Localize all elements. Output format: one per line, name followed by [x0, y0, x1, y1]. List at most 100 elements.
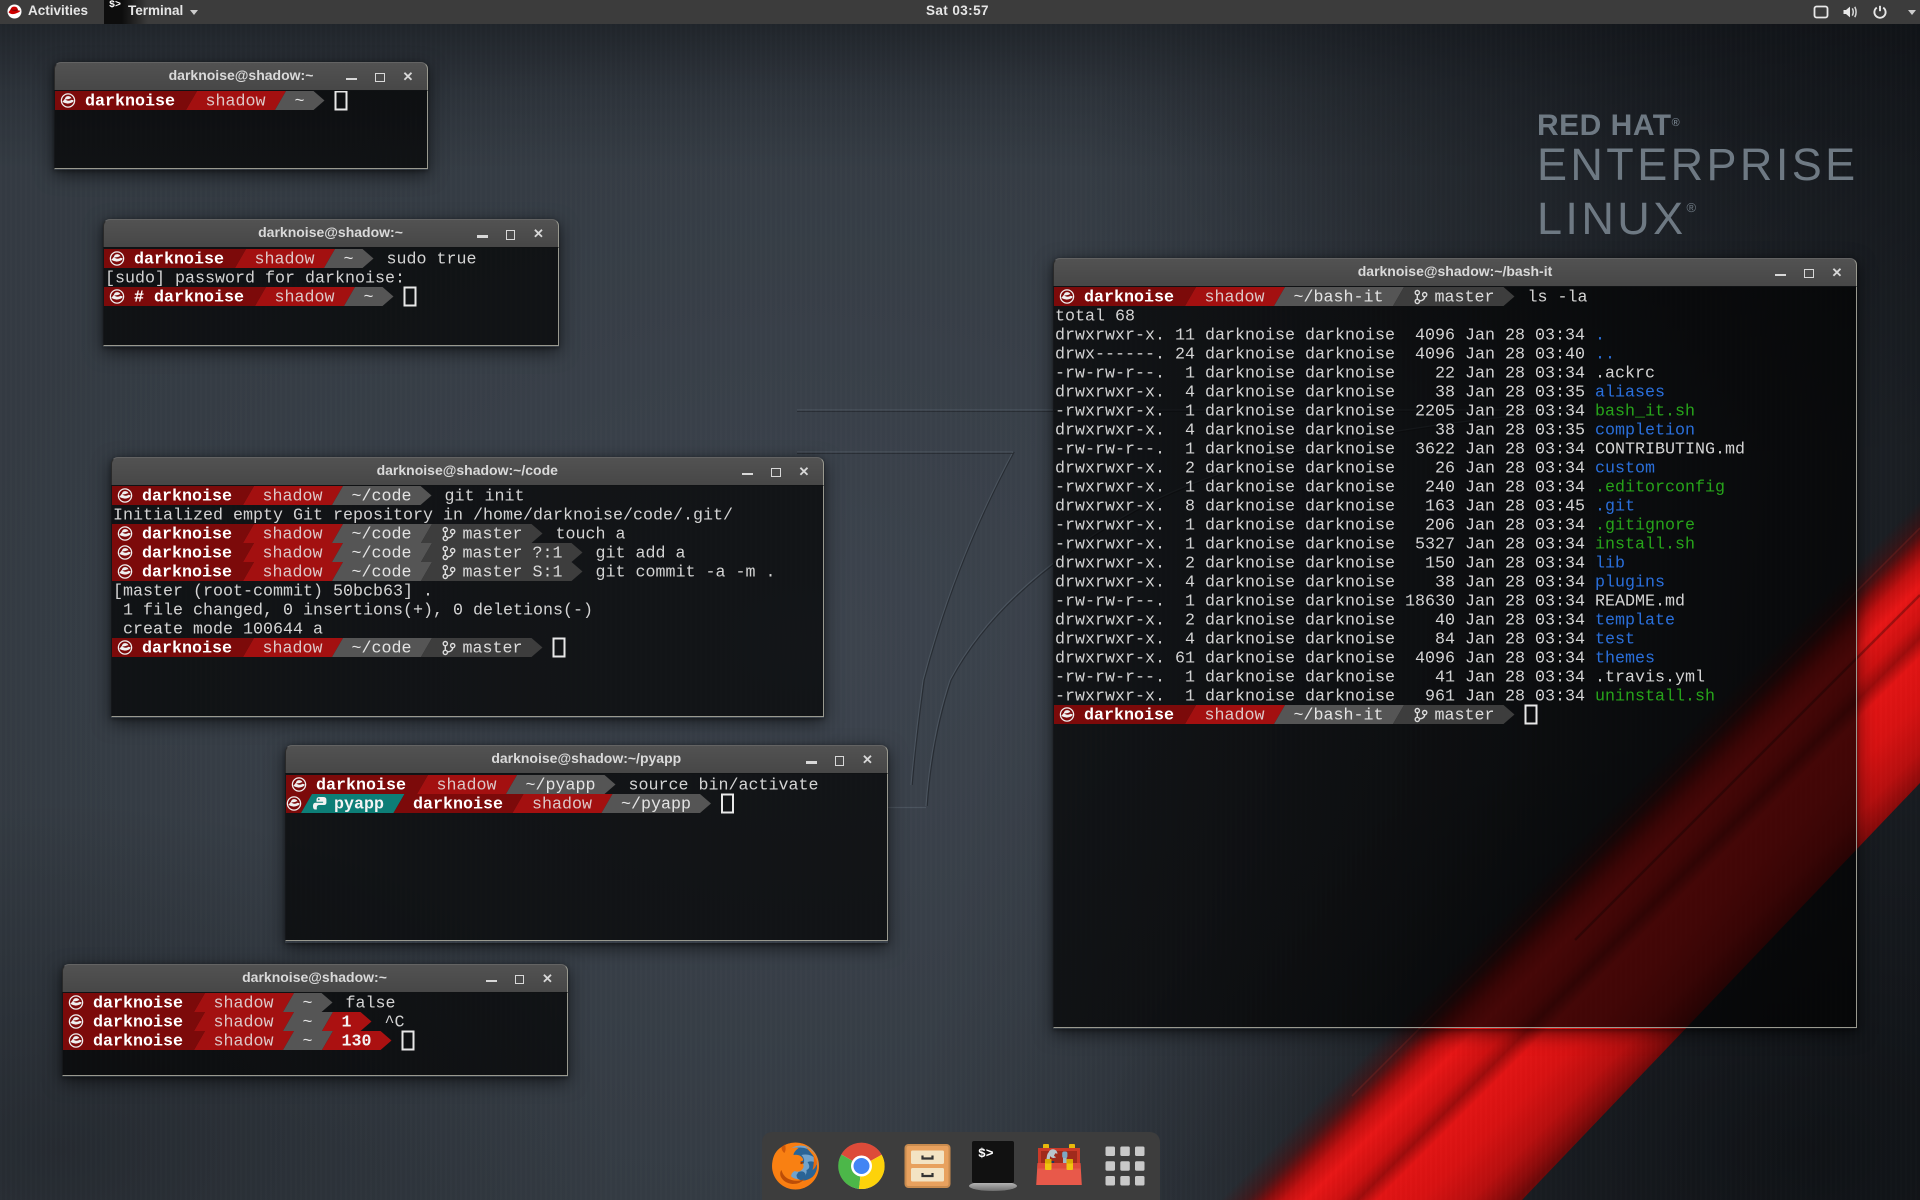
svg-text:[sudo] password for darknoise:: [sudo] password for darknoise: — [105, 269, 405, 288]
svg-text:.gitignore: .gitignore — [1595, 517, 1695, 536]
svg-text:$>: $> — [978, 1146, 994, 1161]
svg-text:drwxrwxr-x. 11 darknoise darkn: drwxrwxr-x. 11 darknoise darknoise 4096 … — [1055, 327, 1595, 346]
svg-text:drwxrwxr-x. 2 darknoise darkn: drwxrwxr-x. 2 darknoise darknoise 150 Ja… — [1055, 555, 1595, 574]
svg-text:shadow: shadow — [1205, 707, 1265, 726]
svg-text:darknoise: darknoise — [134, 250, 224, 269]
svg-text:~/code: ~/code — [351, 526, 411, 545]
svg-text:-rwxrwxr-x. 1 darknoise darkn: -rwxrwxr-x. 1 darknoise darknoise 5327 J… — [1055, 536, 1595, 555]
svg-text:create mode 100644 a: create mode 100644 a — [113, 621, 323, 640]
svg-text:drwxrwxr-x. 4 darknoise darkn: drwxrwxr-x. 4 darknoise darknoise 38 Jan… — [1055, 574, 1595, 593]
svg-text:-rw-rw-r--. 1 darknoise darkn: -rw-rw-r--. 1 darknoise darknoise 22 Jan… — [1055, 365, 1595, 384]
svg-text:install.sh: install.sh — [1595, 536, 1695, 555]
svg-text:drwxrwxr-x. 4 darknoise darkn: drwxrwxr-x. 4 darknoise darknoise 38 Jan… — [1055, 384, 1595, 403]
svg-text:~: ~ — [302, 995, 312, 1014]
svg-text:drwxrwxr-x. 61 darknoise darkn: drwxrwxr-x. 61 darknoise darknoise 4096 … — [1055, 650, 1595, 669]
svg-text:false: false — [345, 995, 395, 1014]
svg-text:.editorconfig: .editorconfig — [1595, 479, 1725, 498]
svg-text:drwxrwxr-x. 2 darknoise darkn: drwxrwxr-x. 2 darknoise darknoise 40 Jan… — [1055, 612, 1595, 631]
svg-text:shadow: shadow — [262, 488, 322, 507]
svg-text:darknoise: darknoise — [93, 995, 183, 1014]
svg-text:bash_it.sh: bash_it.sh — [1595, 403, 1695, 422]
svg-text:darknoise: darknoise — [142, 564, 232, 583]
svg-text:-rw-rw-r--. 1 darknoise darkn: -rw-rw-r--. 1 darknoise darknoise 3622 J… — [1055, 441, 1595, 460]
svg-text:Initialized empty Git reposito: Initialized empty Git repository in /hom… — [113, 507, 733, 526]
svg-text:shadow: shadow — [213, 1033, 273, 1052]
svg-text:test: test — [1595, 631, 1635, 650]
svg-text:1: 1 — [341, 1014, 351, 1033]
svg-text:-rwxrwxr-x. 1 darknoise darkn: -rwxrwxr-x. 1 darknoise darknoise 961 Ja… — [1055, 688, 1595, 707]
svg-text:-rwxrwxr-x. 1 darknoise darkn: -rwxrwxr-x. 1 darknoise darknoise 2205 J… — [1055, 403, 1595, 422]
svg-text:touch a: touch a — [555, 526, 625, 545]
svg-text:-rwxrwxr-x. 1 darknoise darkn: -rwxrwxr-x. 1 darknoise darknoise 240 Ja… — [1055, 479, 1595, 498]
svg-text:shadow: shadow — [274, 288, 334, 307]
svg-text:total 68: total 68 — [1055, 308, 1135, 327]
svg-text:darknoise: darknoise — [93, 1033, 183, 1052]
svg-text:.: . — [1595, 327, 1605, 346]
svg-text:1 file changed, 0 insertions(+: 1 file changed, 0 insertions(+), 0 delet… — [113, 602, 593, 621]
svg-text:~/bash-it: ~/bash-it — [1294, 707, 1384, 726]
svg-text:git commit -a -m .: git commit -a -m . — [595, 564, 775, 583]
svg-text:shadow: shadow — [262, 564, 322, 583]
svg-text:drwxrwxr-x. 4 darknoise darkn: drwxrwxr-x. 4 darknoise darknoise 84 Jan… — [1055, 631, 1595, 650]
svg-text:^C: ^C — [384, 1014, 404, 1033]
svg-text:shadow: shadow — [206, 93, 266, 112]
svg-text:pyapp: pyapp — [334, 795, 384, 814]
svg-text:shadow: shadow — [437, 776, 497, 795]
svg-text:~: ~ — [302, 1014, 312, 1033]
svg-text:shadow: shadow — [262, 640, 322, 659]
svg-text:-rw-rw-r--. 1 darknoise darkn: -rw-rw-r--. 1 darknoise darknoise 41 Jan… — [1055, 669, 1595, 688]
svg-text:git init: git init — [444, 488, 524, 507]
svg-text:shadow: shadow — [532, 795, 592, 814]
svg-text:~/pyapp: ~/pyapp — [621, 795, 691, 814]
svg-text:.git: .git — [1595, 498, 1635, 517]
svg-text:-rw-rw-r--. 1 darknoise darkn: -rw-rw-r--. 1 darknoise darknoise 18630 … — [1055, 593, 1595, 612]
svg-text:darknoise: darknoise — [413, 795, 503, 814]
svg-text:darknoise: darknoise — [316, 776, 406, 795]
svg-text:aliases: aliases — [1595, 384, 1665, 403]
svg-text:[master (root-commit) 50bcb63]: [master (root-commit) 50bcb63] . — [113, 583, 433, 602]
svg-text:-rwxrwxr-x. 1 darknoise darkn: -rwxrwxr-x. 1 darknoise darknoise 206 Ja… — [1055, 517, 1595, 536]
svg-text:drwxrwxr-x. 4 darknoise darkn: drwxrwxr-x. 4 darknoise darknoise 38 Jan… — [1055, 422, 1595, 441]
svg-text:darknoise: darknoise — [142, 545, 232, 564]
svg-text:README.md: README.md — [1595, 593, 1685, 612]
svg-text:master: master — [1435, 289, 1495, 308]
svg-text:darknoise: darknoise — [142, 526, 232, 545]
svg-text:darknoise: darknoise — [85, 93, 175, 112]
svg-text:~: ~ — [363, 288, 373, 307]
svg-text:shadow: shadow — [1205, 289, 1265, 308]
svg-text:shadow: shadow — [213, 995, 273, 1014]
svg-text:~/code: ~/code — [351, 488, 411, 507]
svg-text:drwxrwxr-x. 2 darknoise darkn: drwxrwxr-x. 2 darknoise darknoise 26 Jan… — [1055, 460, 1595, 479]
svg-text:completion: completion — [1595, 422, 1695, 441]
svg-text:lib: lib — [1595, 555, 1625, 574]
svg-text:.travis.yml: .travis.yml — [1595, 669, 1705, 688]
svg-text:CONTRIBUTING.md: CONTRIBUTING.md — [1595, 441, 1745, 460]
svg-text:darknoise: darknoise — [93, 1014, 183, 1033]
svg-text:~: ~ — [302, 1033, 312, 1052]
svg-text:~/code: ~/code — [351, 545, 411, 564]
svg-text:sudo true: sudo true — [386, 250, 476, 269]
svg-text:master S:1: master S:1 — [462, 564, 562, 583]
svg-text:~/code: ~/code — [351, 640, 411, 659]
svg-text:shadow: shadow — [262, 526, 322, 545]
svg-text:..: .. — [1595, 346, 1615, 365]
svg-text:darknoise: darknoise — [142, 488, 232, 507]
svg-text:# darknoise: # darknoise — [134, 288, 244, 307]
svg-text:drwx------. 24 darknoise darkn: drwx------. 24 darknoise darknoise 4096 … — [1055, 346, 1595, 365]
svg-text:themes: themes — [1595, 650, 1655, 669]
svg-text:~/bash-it: ~/bash-it — [1294, 289, 1384, 308]
svg-text:master: master — [462, 640, 522, 659]
svg-text:master ?:1: master ?:1 — [462, 545, 562, 564]
svg-text:shadow: shadow — [254, 250, 314, 269]
svg-text:darknoise: darknoise — [1084, 707, 1174, 726]
svg-text:uninstall.sh: uninstall.sh — [1595, 688, 1715, 707]
svg-text:shadow: shadow — [213, 1014, 273, 1033]
svg-text:drwxrwxr-x. 8 darknoise darkn: drwxrwxr-x. 8 darknoise darknoise 163 Ja… — [1055, 498, 1595, 517]
svg-text:darknoise: darknoise — [142, 640, 232, 659]
svg-text:plugins: plugins — [1595, 574, 1665, 593]
svg-text:master: master — [462, 526, 522, 545]
svg-text:~: ~ — [343, 250, 353, 269]
svg-text:git add a: git add a — [595, 545, 685, 564]
svg-text:.ackrc: .ackrc — [1595, 365, 1655, 384]
svg-text:130: 130 — [341, 1033, 371, 1052]
